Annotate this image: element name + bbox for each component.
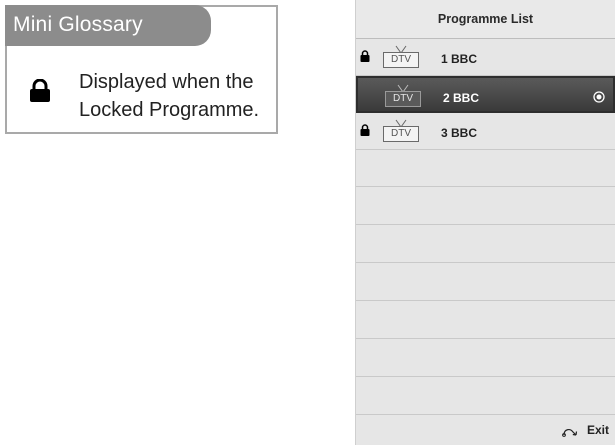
- programme-name: 2 BBC: [443, 91, 480, 105]
- programme-row-1[interactable]: DTV 1 BBC: [356, 39, 615, 76]
- empty-row: [356, 226, 615, 263]
- selected-radio-icon: [593, 90, 605, 108]
- dtv-badge: DTV: [383, 52, 419, 68]
- empty-row: [356, 378, 615, 415]
- glossary-description: Displayed when the Locked Programme.: [79, 71, 260, 121]
- dtv-badge: DTV: [383, 126, 419, 142]
- programme-list-title: Programme List: [356, 0, 615, 39]
- return-arrow-icon: [561, 424, 579, 442]
- empty-row: [356, 340, 615, 377]
- empty-row: [356, 188, 615, 225]
- panel-footer: Exit: [356, 415, 615, 445]
- lock-icon: [29, 78, 51, 108]
- programme-name: 1 BBC: [441, 52, 478, 66]
- empty-row: [356, 264, 615, 301]
- empty-row: [356, 302, 615, 339]
- lock-icon: [360, 49, 370, 67]
- programme-row-2[interactable]: DTV 2 BBC: [356, 76, 615, 113]
- mini-glossary-box: Mini Glossary Displayed when the Locked …: [5, 5, 278, 134]
- exit-button[interactable]: Exit: [587, 423, 609, 437]
- programme-row-3[interactable]: DTV 3 BBC: [356, 113, 615, 150]
- lock-icon: [360, 123, 370, 141]
- empty-row: [356, 150, 615, 187]
- programme-name: 3 BBC: [441, 126, 478, 140]
- dtv-badge: DTV: [385, 91, 421, 107]
- programme-list-panel: Programme List DTV 1 BBC DTV 2 BBC DTV 3…: [355, 0, 615, 445]
- glossary-title: Mini Glossary: [5, 5, 211, 46]
